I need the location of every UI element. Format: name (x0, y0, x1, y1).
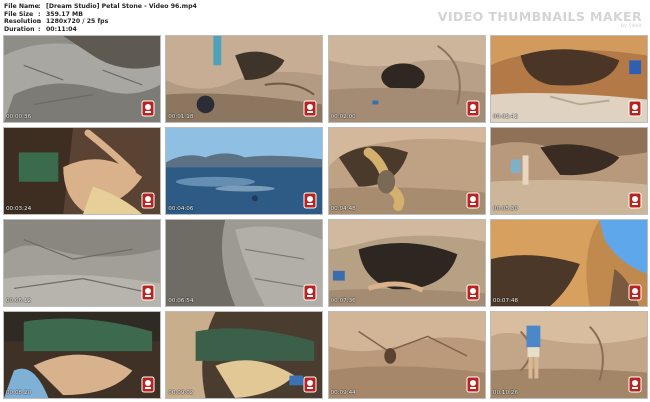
thumbnail-timestamp: 00:02:00 (330, 114, 356, 120)
video-thumbnail: 00:09:02 (165, 311, 324, 399)
studio-logo-icon (628, 192, 642, 209)
file-size-value: 359.17 MB (46, 10, 83, 18)
brand-watermark: VIDEO THUMBNAILS MAKER by Ilikeit (438, 9, 642, 29)
video-thumbnail: 00:03:24 (3, 127, 161, 215)
thumbnail-frame-image (328, 36, 485, 122)
thumbnail-timestamp: 00:06:54 (168, 298, 194, 304)
studio-logo-icon (466, 376, 480, 393)
studio-logo-icon (303, 376, 317, 393)
thumbnail-timestamp: 00:06:12 (6, 298, 32, 304)
thumbnail-timestamp: 00:04:48 (330, 206, 356, 212)
file-name-sep: : (38, 3, 41, 10)
video-thumbnail: 00:04:48 (327, 127, 486, 215)
thumbnail-timestamp: 00:08:20 (6, 390, 32, 396)
thumbnail-frame-image (4, 36, 160, 122)
studio-logo-icon (628, 284, 642, 301)
thumbnail-frame-image (166, 220, 323, 306)
video-thumbnail: 00:01:18 (165, 35, 324, 123)
thumbnail-timestamp: 00:09:02 (168, 390, 194, 396)
thumbnail-frame-image (328, 128, 485, 214)
studio-logo-icon (141, 284, 155, 301)
thumbnail-timestamp: 00:05:30 (492, 206, 519, 212)
file-name-key: File Name (4, 3, 39, 10)
duration-key: Duration (4, 25, 35, 33)
thumbnail-frame-image (166, 128, 323, 214)
thumbnail-frame-image (4, 312, 160, 398)
file-size-key: File Size (4, 10, 34, 18)
studio-logo-icon (466, 284, 480, 301)
studio-logo-icon (303, 100, 317, 117)
studio-logo-icon (466, 100, 480, 117)
thumbnail-frame-image (328, 312, 485, 398)
thumbnail-timestamp: 00:01:18 (168, 114, 194, 120)
file-size-sep: : (38, 10, 41, 18)
thumbnail-timestamp: 00:07:48 (492, 298, 519, 304)
studio-logo-icon (141, 192, 155, 209)
resolution-value: 1280x720 / 25 fps (46, 18, 109, 26)
thumbnail-frame-image (490, 312, 647, 398)
video-thumbnail: 00:02:00 (327, 35, 486, 123)
resolution-key: Resolution (4, 18, 42, 26)
studio-logo-icon (628, 376, 642, 393)
thumbnail-grid: 00:00:36 00:01:18 00:02:00 00:02:42 00:0… (3, 35, 648, 399)
studio-logo-icon (628, 100, 642, 117)
header: File Name : [Dream Studio] Petal Stone -… (4, 3, 646, 35)
thumbnail-frame-image (328, 220, 485, 306)
studio-logo-icon (303, 284, 317, 301)
thumbnail-timestamp: 00:02:42 (492, 114, 519, 120)
thumbnail-frame-image (166, 312, 323, 398)
thumbnail-timestamp: 00:10:26 (492, 390, 519, 396)
video-thumbnail: 00:09:44 (327, 311, 486, 399)
studio-logo-icon (303, 192, 317, 209)
studio-logo-icon (141, 376, 155, 393)
thumbnail-timestamp: 00:00:36 (6, 114, 32, 120)
video-thumbnail: 00:07:36 (327, 219, 486, 307)
brand-title: VIDEO THUMBNAILS MAKER (437, 9, 642, 24)
video-thumbnail: 00:07:48 (489, 219, 648, 307)
duration-value: 00:11:04 (46, 25, 77, 33)
thumbnail-timestamp: 00:09:44 (330, 390, 356, 396)
video-thumbnail: 00:05:30 (489, 127, 648, 215)
video-thumbnail: 00:00:36 (3, 35, 161, 123)
studio-logo-icon (466, 192, 480, 209)
thumbnail-frame-image (490, 36, 647, 122)
thumbnail-timestamp: 00:03:24 (6, 206, 32, 212)
video-thumbnail: 00:04:06 (165, 127, 324, 215)
video-thumbnail: 00:08:20 (3, 311, 161, 399)
thumbnail-timestamp: 00:04:06 (168, 206, 194, 212)
video-thumbnail: 00:10:26 (489, 311, 648, 399)
thumbnail-timestamp: 00:07:36 (330, 298, 356, 304)
thumbnail-frame-image (166, 36, 323, 122)
video-thumbnail: 00:06:54 (165, 219, 324, 307)
file-name-value: [Dream Studio] Petal Stone - Video 96.mp… (46, 3, 197, 10)
video-thumbnail: 00:06:12 (3, 219, 161, 307)
thumbnail-frame-image (4, 220, 160, 306)
resolution-sep: : (38, 18, 41, 26)
thumbnail-frame-image (490, 220, 647, 306)
duration-sep: : (38, 25, 41, 33)
video-thumbnail: 00:02:42 (489, 35, 648, 123)
thumbnail-frame-image (490, 128, 647, 214)
studio-logo-icon (141, 100, 155, 117)
thumbnail-frame-image (4, 128, 160, 214)
